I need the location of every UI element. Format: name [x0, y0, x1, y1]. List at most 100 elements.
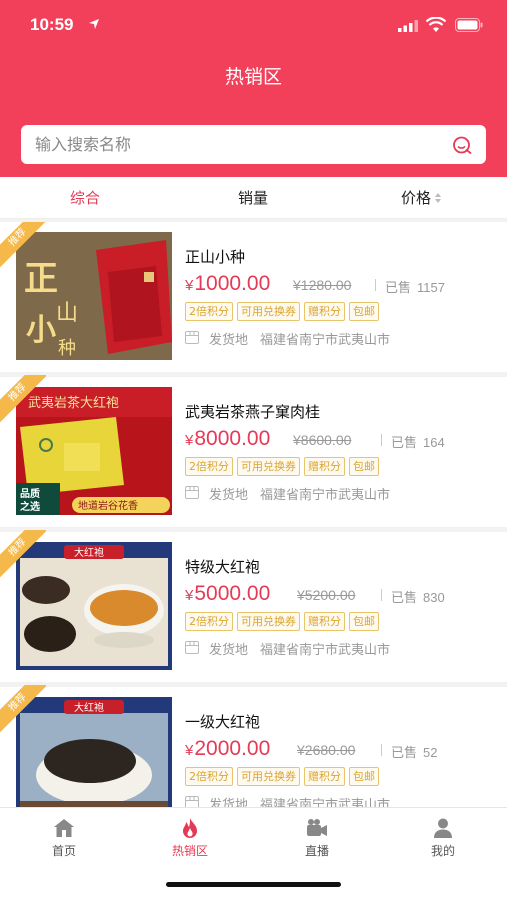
- currency-symbol: ¥: [185, 432, 194, 449]
- tag-coupon: 可用兑换券: [237, 457, 300, 476]
- product-name[interactable]: 一级大红袍: [185, 711, 260, 732]
- product-price: ¥1000.00: [185, 272, 270, 296]
- divider: [375, 279, 376, 291]
- recommend-badge: 推荐: [0, 375, 46, 423]
- tag-list: 2倍积分 可用兑换券 赠积分 包邮: [185, 455, 383, 476]
- wifi-icon: [426, 17, 446, 32]
- product-card[interactable]: 推荐 武夷岩茶大红袍 品质 之选 地道岩谷花香 武夷岩茶燕子窠肉桂 ¥8000.…: [0, 375, 507, 527]
- image-title: 大红袍: [74, 546, 104, 559]
- price-value: 2000.00: [194, 737, 271, 760]
- sold-label: 已售: [391, 591, 418, 606]
- home-indicator: [166, 882, 341, 887]
- price-row: ¥5000.00 ¥5200.00 已售 830: [185, 582, 495, 608]
- home-icon: [54, 819, 74, 837]
- tab-profile-label: 我的: [430, 844, 455, 858]
- divider: [381, 589, 382, 601]
- battery-icon: [455, 18, 483, 32]
- image-label-3: 地道岩谷花香: [78, 499, 138, 512]
- price-value: 5000.00: [194, 582, 271, 605]
- product-name[interactable]: 武夷岩茶燕子窠肉桂: [185, 401, 320, 422]
- tag-double-points: 2倍积分: [185, 612, 233, 631]
- sold-number: 52: [423, 745, 438, 760]
- sort-bar: 综合 销量 价格: [0, 177, 507, 219]
- sold-label: 已售: [385, 281, 412, 296]
- image-char-2: 山: [56, 301, 78, 326]
- badge-label: 推荐: [0, 685, 46, 733]
- product-card[interactable]: 推荐 大红袍 特级大红袍 ¥5000.00 ¥5200.00 已售 830 2倍积…: [0, 530, 507, 682]
- recommend-badge: 推荐: [0, 222, 46, 268]
- page-title: 热销区: [224, 66, 282, 88]
- badge-label: 推荐: [0, 530, 46, 578]
- product-price: ¥8000.00: [185, 427, 270, 451]
- product-card[interactable]: 推荐 大红袍 一级大红袍 ¥2000.00 ¥2680.00 已售 52 2倍积分…: [0, 685, 507, 807]
- location-arrow-icon: [89, 19, 99, 29]
- sort-tab-price[interactable]: 价格: [356, 177, 486, 219]
- tag-list: 2倍积分 可用兑换券 赠积分 包邮: [185, 300, 383, 321]
- badge-label: 推荐: [0, 222, 46, 268]
- price-row: ¥1000.00 ¥1280.00 已售 1157: [185, 272, 495, 298]
- ship-from-value: 福建省南宁市武夷山市: [260, 488, 391, 503]
- sold-label: 已售: [391, 436, 418, 451]
- product-name[interactable]: 特级大红袍: [185, 556, 260, 577]
- tag-double-points: 2倍积分: [185, 767, 233, 786]
- tag-coupon: 可用兑换券: [237, 612, 300, 631]
- currency-symbol: ¥: [185, 587, 194, 604]
- price-value: 1000.00: [194, 272, 271, 295]
- image-char-3: 小: [26, 313, 56, 348]
- tab-hot-sale[interactable]: 热销区: [140, 818, 240, 862]
- tag-free-shipping: 包邮: [349, 612, 379, 631]
- sort-tab-price-label: 价格: [400, 189, 431, 207]
- product-price: ¥5000.00: [185, 582, 270, 606]
- user-icon: [434, 818, 452, 838]
- ship-from-value: 福建省南宁市武夷山市: [260, 643, 391, 658]
- product-name[interactable]: 正山小种: [185, 246, 245, 267]
- tag-coupon: 可用兑换券: [237, 302, 300, 321]
- currency-symbol: ¥: [185, 277, 194, 294]
- currency-symbol: ¥: [185, 742, 194, 759]
- sold-number: 164: [423, 435, 445, 450]
- image-label-1: 品质: [20, 487, 40, 500]
- sold-count: 已售 164: [391, 432, 445, 451]
- ship-from-label: 发货地: [209, 643, 249, 658]
- sort-arrows-icon: [435, 192, 441, 203]
- tab-home[interactable]: 首页: [14, 818, 114, 862]
- search-bar: [21, 125, 486, 164]
- price-value: 8000.00: [194, 427, 271, 450]
- tag-gift-points: 赠积分: [304, 767, 345, 786]
- ship-from-label: 发货地: [209, 333, 249, 348]
- price-row: ¥8000.00 ¥8600.00 已售 164: [185, 427, 495, 453]
- recommend-badge: 推荐: [0, 685, 46, 733]
- tag-free-shipping: 包邮: [349, 302, 379, 321]
- search-input[interactable]: [35, 125, 435, 164]
- product-card[interactable]: 推荐 正 山 小 种 正山小种 ¥1000.00 ¥1280.00 已售 1157…: [0, 222, 507, 372]
- tab-live[interactable]: 直播: [267, 818, 367, 862]
- tag-list: 2倍积分 可用兑换券 赠积分 包邮: [185, 765, 383, 786]
- tag-double-points: 2倍积分: [185, 302, 233, 321]
- sort-tab-sales[interactable]: 销量: [188, 177, 318, 219]
- tag-coupon: 可用兑换券: [237, 767, 300, 786]
- header: 10:59 热销区: [0, 0, 507, 177]
- sold-count: 已售 52: [391, 742, 437, 761]
- divider: [381, 434, 382, 446]
- tag-gift-points: 赠积分: [304, 612, 345, 631]
- cellular-signal-icon: [398, 20, 418, 32]
- tab-live-label: 直播: [304, 844, 329, 858]
- original-price: ¥5200.00: [297, 587, 356, 603]
- tag-list: 2倍积分 可用兑换券 赠积分 包邮: [185, 610, 383, 631]
- recommend-badge: 推荐: [0, 530, 46, 578]
- search-icon[interactable]: [452, 135, 472, 155]
- shipping-box-icon: [185, 331, 199, 344]
- tab-hot-sale-label: 热销区: [171, 844, 208, 858]
- ship-from-label: 发货地: [209, 798, 249, 807]
- sold-count: 已售 830: [391, 587, 445, 606]
- tab-profile[interactable]: 我的: [393, 818, 493, 862]
- ship-from-label: 发货地: [209, 488, 249, 503]
- sort-tab-comprehensive[interactable]: 综合: [20, 177, 150, 219]
- ship-from-value: 福建省南宁市武夷山市: [260, 798, 391, 807]
- shipping-box-icon: [185, 641, 199, 654]
- image-title: 大红袍: [74, 701, 104, 714]
- sold-number: 1157: [417, 280, 445, 295]
- sold-number: 830: [423, 590, 445, 605]
- divider: [381, 744, 382, 756]
- shipping-box-icon: [185, 486, 199, 499]
